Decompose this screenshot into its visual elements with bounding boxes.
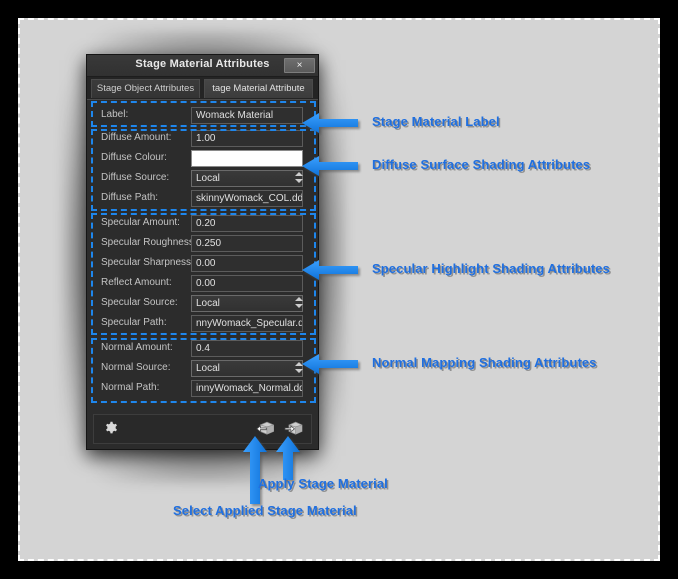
field-label: Diffuse Path: — [101, 192, 159, 203]
annotation-select-applied-stage-material: Select Applied Stage Material — [173, 503, 357, 518]
field-label: Label: — [101, 109, 129, 120]
field-label: Reflect Amount: — [101, 277, 172, 288]
field-label: Normal Source: — [101, 362, 171, 373]
arrow-stage-material-label — [302, 113, 358, 133]
group-specular: Specular Amount: 0.20 Specular Roughness… — [93, 212, 314, 336]
field-label: Normal Path: — [101, 382, 160, 393]
arrow-normal — [302, 354, 358, 374]
field-row-specular-roughness: Specular Roughness 0.250 — [99, 234, 308, 254]
normal-source-select[interactable]: Local — [191, 360, 303, 377]
arrow-diffuse — [302, 156, 358, 176]
specular-sharpness-input[interactable]: 0.00 — [191, 255, 303, 272]
close-icon[interactable]: × — [284, 58, 315, 73]
diffuse-source-select[interactable]: Local — [191, 170, 303, 187]
reflect-amount-input[interactable]: 0.00 — [191, 275, 303, 292]
annotation-normal: Normal Mapping Shading Attributes — [372, 355, 597, 370]
page-canvas: Stage Material Attributes × Stage Object… — [18, 18, 660, 561]
field-label: Specular Amount: — [101, 217, 180, 228]
stage-material-attributes-dialog: Stage Material Attributes × Stage Object… — [86, 54, 319, 450]
diffuse-path-input[interactable]: skinnyWomack_COL.dds — [191, 190, 303, 207]
field-row-diffuse-colour: Diffuse Colour: — [99, 149, 308, 169]
field-label: Specular Source: — [101, 297, 178, 308]
arrow-apply-stage-material — [276, 436, 300, 480]
field-row-normal-source: Normal Source: Local — [99, 359, 308, 379]
field-row-specular-amount: Specular Amount: 0.20 — [99, 214, 308, 234]
attributes-form: Label: Womack Material Diffuse Amount: 1… — [87, 99, 318, 430]
field-row-specular-sharpness: Specular Sharpness: 0.00 — [99, 254, 308, 274]
arrow-select-applied-stage-material — [243, 436, 267, 504]
field-row-reflect-amount: Reflect Amount: 0.00 — [99, 274, 308, 294]
label-input[interactable]: Womack Material — [191, 107, 303, 124]
field-row-diffuse-source: Diffuse Source: Local — [99, 169, 308, 189]
screenshot-root: Stage Material Attributes × Stage Object… — [0, 0, 678, 579]
field-label: Specular Path: — [101, 317, 167, 328]
group-label: Label: Womack Material — [93, 104, 314, 128]
arrow-specular — [302, 260, 358, 280]
diffuse-colour-swatch[interactable] — [191, 150, 303, 167]
specular-amount-input[interactable]: 0.20 — [191, 215, 303, 232]
field-row-specular-source: Specular Source: Local — [99, 294, 308, 314]
tab-stage-object-attributes[interactable]: Stage Object Attributes — [91, 79, 200, 98]
gear-icon — [100, 421, 122, 436]
diffuse-amount-input[interactable]: 1.00 — [191, 130, 303, 147]
field-row-label: Label: Womack Material — [99, 106, 308, 126]
annotation-stage-material-label: Stage Material Label — [372, 114, 500, 129]
annotation-apply-stage-material: Apply Stage Material — [258, 476, 388, 491]
specular-source-select[interactable]: Local — [191, 295, 303, 312]
field-label: Diffuse Colour: — [101, 152, 167, 163]
group-normal: Normal Amount: 0.4 Normal Source: Local … — [93, 337, 314, 401]
field-label: Normal Amount: — [101, 342, 173, 353]
dialog-titlebar: Stage Material Attributes × — [87, 55, 318, 77]
annotation-diffuse: Diffuse Surface Shading Attributes — [372, 157, 591, 172]
field-row-normal-path: Normal Path: innyWomack_Normal.dds — [99, 379, 308, 399]
tab-strip: Stage Object Attributes tage Material At… — [87, 77, 318, 99]
field-label: Diffuse Source: — [101, 172, 170, 183]
field-label: Diffuse Amount: — [101, 132, 172, 143]
group-diffuse: Diffuse Amount: 1.00 Diffuse Colour: Dif… — [93, 127, 314, 211]
settings-button[interactable] — [99, 418, 123, 440]
field-label: Specular Sharpness: — [101, 257, 194, 268]
normal-amount-input[interactable]: 0.4 — [191, 340, 303, 357]
tab-stage-material-attributes[interactable]: tage Material Attribute — [204, 79, 313, 98]
specular-path-input[interactable]: nnyWomack_Specular.dds — [191, 315, 303, 332]
field-label: Specular Roughness — [101, 237, 194, 248]
field-row-diffuse-amount: Diffuse Amount: 1.00 — [99, 129, 308, 149]
field-row-normal-amount: Normal Amount: 0.4 — [99, 339, 308, 359]
specular-roughness-input[interactable]: 0.250 — [191, 235, 303, 252]
annotation-specular: Specular Highlight Shading Attributes — [372, 261, 610, 276]
field-row-diffuse-path: Diffuse Path: skinnyWomack_COL.dds — [99, 189, 308, 209]
field-row-specular-path: Specular Path: nnyWomack_Specular.dds — [99, 314, 308, 334]
normal-path-input[interactable]: innyWomack_Normal.dds — [191, 380, 303, 397]
